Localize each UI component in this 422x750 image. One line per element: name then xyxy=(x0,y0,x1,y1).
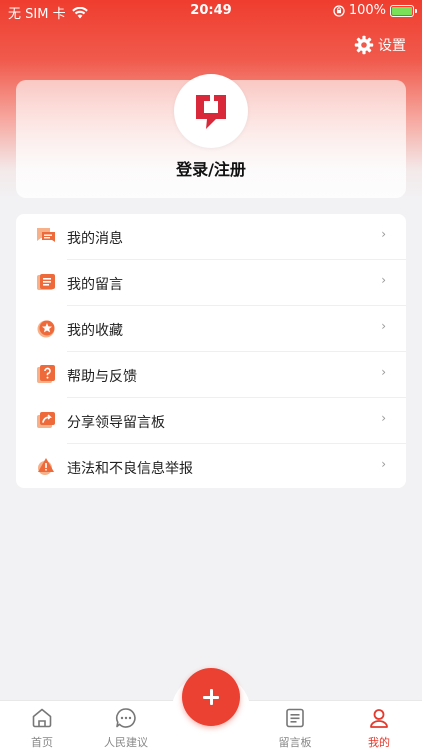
chat-bubble-icon xyxy=(115,708,136,728)
battery-percent: 100% xyxy=(348,3,386,18)
tab-label: 我的 xyxy=(368,736,390,749)
home-icon xyxy=(32,708,52,728)
menu-item-help-feedback[interactable]: 帮助与反馈 › xyxy=(16,352,406,398)
menu-item-my-comments[interactable]: 我的留言 › xyxy=(16,260,406,306)
tab-home[interactable]: 首页 xyxy=(0,701,84,750)
profile-card[interactable]: 登录/注册 xyxy=(16,74,406,198)
compose-fab-container xyxy=(171,663,251,733)
tab-mine[interactable]: 我的 xyxy=(337,701,421,750)
add-button[interactable] xyxy=(182,668,240,726)
user-icon xyxy=(370,709,388,728)
tab-label: 人民建议 xyxy=(104,736,148,749)
tab-message-board[interactable]: 留言板 xyxy=(253,701,337,750)
menu-item-label: 违法和不良信息举报 xyxy=(67,461,193,477)
menu-item-label: 我的消息 xyxy=(67,231,123,247)
status-bar: 无 SIM 卡 20:49 100% xyxy=(0,0,422,22)
menu-item-label: 分享领导留言板 xyxy=(67,415,165,431)
share-icon xyxy=(37,412,55,428)
orientation-lock-icon xyxy=(333,4,345,17)
chevron-right-icon: › xyxy=(381,365,386,379)
document-icon xyxy=(286,708,304,728)
menu-item-share-board[interactable]: 分享领导留言板 › xyxy=(16,398,406,444)
login-register-link[interactable]: 登录/注册 xyxy=(16,156,406,180)
menu-item-favorites[interactable]: 我的收藏 › xyxy=(16,306,406,352)
chevron-right-icon: › xyxy=(381,273,386,287)
settings-label: 设置 xyxy=(378,38,406,54)
tab-label: 留言板 xyxy=(278,736,312,749)
settings-button[interactable]: 设置 xyxy=(354,35,406,55)
app-logo-icon xyxy=(196,95,226,129)
comment-list-icon xyxy=(37,274,55,290)
chevron-right-icon: › xyxy=(381,411,386,425)
menu-item-label: 我的留言 xyxy=(67,277,123,293)
menu-item-label: 我的收藏 xyxy=(67,323,123,339)
battery-icon xyxy=(390,4,417,17)
report-icon xyxy=(38,458,54,475)
battery-info: 100% xyxy=(333,3,417,18)
tab-label: 首页 xyxy=(31,736,53,749)
tab-suggestions[interactable]: 人民建议 xyxy=(84,701,168,750)
star-icon xyxy=(37,320,55,338)
chevron-right-icon: › xyxy=(381,319,386,333)
chevron-right-icon: › xyxy=(381,457,386,471)
chevron-right-icon: › xyxy=(381,227,386,241)
help-icon xyxy=(37,365,55,383)
menu-item-report[interactable]: 违法和不良信息举报 › xyxy=(16,444,406,490)
menu-item-label: 帮助与反馈 xyxy=(67,369,137,385)
menu-item-messages[interactable]: 我的消息 › xyxy=(16,214,406,260)
gear-icon xyxy=(354,35,374,55)
menu-list: 我的消息 › 我的留言 › 我的收藏 › 帮助与反馈 › 分享领导留言板 › 违… xyxy=(16,214,406,488)
avatar[interactable] xyxy=(174,74,248,148)
message-icon xyxy=(37,228,55,242)
